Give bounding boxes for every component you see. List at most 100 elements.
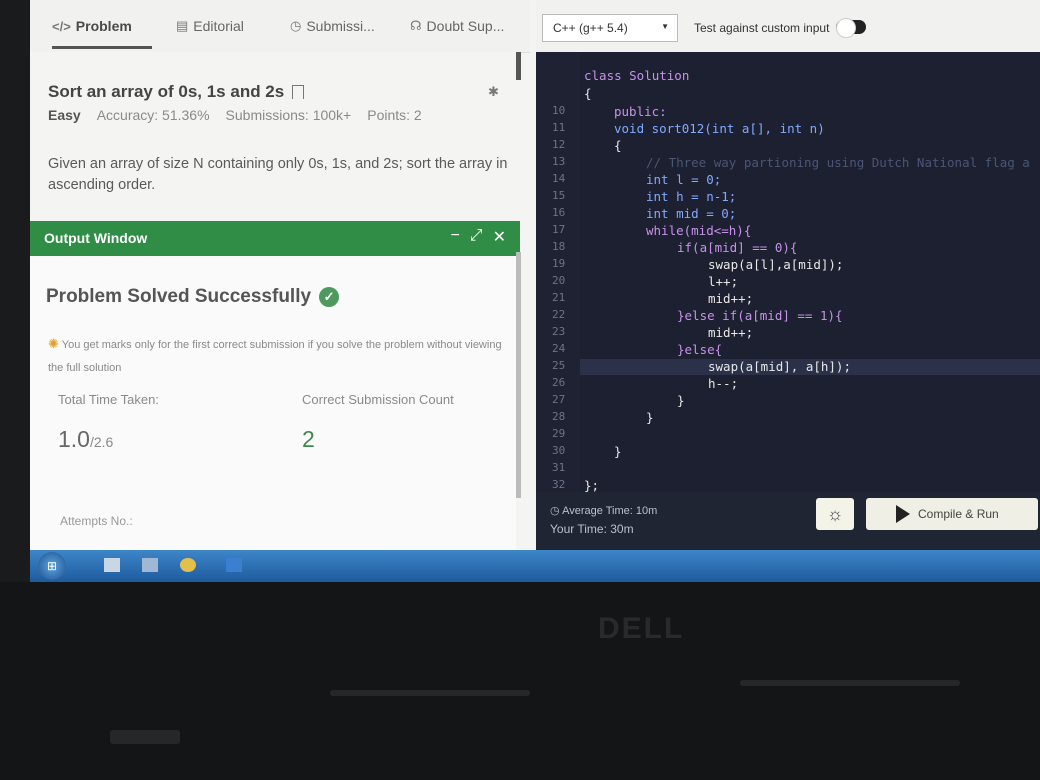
code-line: }; [584,478,600,493]
windows-taskbar: ⊞ [30,550,1040,582]
code-comment: // Three way partioning using Dutch Nati… [646,155,1030,170]
problem-panel: Sort an array of 0s, 1s and 2s ✱ Easy Ac… [30,52,520,220]
window-controls: − ⤢ ✕ [450,227,506,247]
explorer-icon[interactable] [142,558,158,572]
code-line: public: [614,104,667,119]
line-number: 14 [552,172,566,185]
correct-count-value: 2 [302,426,315,452]
success-text: Problem Solved Successfully [46,286,312,307]
line-number: 11 [552,121,566,134]
chevron-down-icon: ▼ [661,22,669,31]
lightbulb-icon: ✺ [48,336,59,351]
line-number: 30 [552,444,566,457]
line-number: 17 [552,223,566,236]
minimize-icon[interactable]: − [450,227,459,247]
marks-note: ✺ You get marks only for the first corre… [48,332,508,380]
line-number: 20 [552,274,566,287]
line-number: 12 [552,138,566,151]
code-line: mid++; [708,291,754,306]
line-number: 19 [552,257,566,270]
code-line: swap(a[l],a[mid]); [708,257,844,272]
code-line: h--; [708,376,739,391]
laptop-bezel: DELL [0,582,1040,780]
correct-count-label: Correct Submission Count [302,392,454,407]
expand-icon[interactable]: ⤢ [470,227,483,247]
document-icon: ▤ [176,18,189,33]
hinge-right [740,680,960,686]
code-line: if(a[mid] == 0){ [677,240,798,255]
line-number: 23 [552,325,566,338]
language-value: C++ (g++ 5.4) [553,21,628,35]
line-number: 25 [552,359,566,372]
points-stat: Points: 2 [367,107,422,123]
tab-editorial[interactable]: ▤ Editorial [176,18,244,34]
code-line: { [584,86,592,101]
editor-panel: C++ (g++ 5.4) ▼ Test against custom inpu… [536,0,1040,550]
total-time-value: 1.0/2.6 [58,426,113,453]
tab-doubt-support[interactable]: ☊ Doubt Sup... [410,18,504,34]
output-window-title: Output Window [44,230,148,246]
language-select[interactable]: C++ (g++ 5.4) ▼ [542,14,678,42]
app-icon[interactable] [226,558,242,572]
problem-tab-bar: </> Problem ▤ Editorial ◷ Submissi... ☊ … [30,0,530,53]
difficulty-badge: Easy [48,107,81,123]
tab-problem[interactable]: </> Problem [52,18,132,34]
toggle-knob [836,18,856,38]
port [110,730,180,744]
tab-submissions[interactable]: ◷ Submissi... [290,18,375,34]
code-line: class Solution [584,68,690,83]
code-line: mid++; [708,325,754,340]
output-scrollbar[interactable] [516,252,521,498]
editor-footer: ◷ Average Time: 10m Your Time: 30m ☼ Com… [536,492,1040,550]
code-line: l++; [708,274,739,289]
code-line: } [646,410,654,425]
clock-icon: ◷ [290,18,302,33]
close-icon[interactable]: ✕ [493,227,506,247]
tab-submissions-label: Submissi... [306,18,375,34]
output-window-body: Problem Solved Successfully ✓ ✺ You get … [30,256,516,556]
compile-run-label: Compile & Run [918,507,999,521]
media-player-icon[interactable] [104,558,120,572]
success-message: Problem Solved Successfully ✓ [46,286,340,308]
tab-doubt-support-label: Doubt Sup... [426,18,505,34]
chrome-icon[interactable] [180,558,196,572]
problem-description: Given an array of size N containing only… [48,156,508,193]
tab-editorial-label: Editorial [193,18,244,34]
theme-toggle-button[interactable]: ☼ [816,498,854,530]
scrollbar-thumb[interactable] [516,52,521,80]
accuracy-stat: Accuracy: 51.36% [96,107,210,123]
line-number: 18 [552,240,566,253]
line-number: 26 [552,376,566,389]
code-line: } [614,444,622,459]
bug-report-icon[interactable]: ✱ [488,84,499,100]
line-number: 29 [552,427,566,440]
custom-input-toggle[interactable] [836,18,866,38]
hinge-left [330,690,530,696]
line-number: 32 [552,478,566,491]
code-line: swap(a[mid], a[h]); [708,359,851,374]
code-line: int mid = 0; [646,206,737,221]
line-number: 16 [552,206,566,219]
code-line: void sort012(int a[], int n) [614,121,825,136]
code-editor[interactable]: 10 11 12 13 14 15 16 17 18 19 20 21 22 2… [536,52,1040,493]
active-tab-indicator [52,46,152,49]
code-line: int l = 0; [646,172,722,187]
compile-run-button[interactable]: Compile & Run [866,498,1038,530]
problem-meta: Easy Accuracy: 51.36% Submissions: 100k+… [48,107,422,123]
play-icon [896,505,910,523]
bookmark-icon[interactable] [292,85,305,99]
average-time: ◷ Average Time: 10m [550,504,657,517]
submissions-stat: Submissions: 100k+ [225,107,352,123]
editor-toolbar: C++ (g++ 5.4) ▼ Test against custom inpu… [536,0,1040,52]
windows-start-icon[interactable]: ⊞ [38,552,66,580]
code-line: { [614,138,622,153]
code-line: }else if(a[mid] == 1){ [677,308,843,323]
line-number: 10 [552,104,566,117]
code-line: } [677,393,685,408]
total-time-label: Total Time Taken: [58,392,159,407]
total-time-number: 1.0 [58,426,90,452]
your-time: Your Time: 30m [550,522,634,536]
code-line: }else{ [677,342,723,357]
check-circle-icon: ✓ [319,287,340,307]
line-gutter [536,52,580,492]
